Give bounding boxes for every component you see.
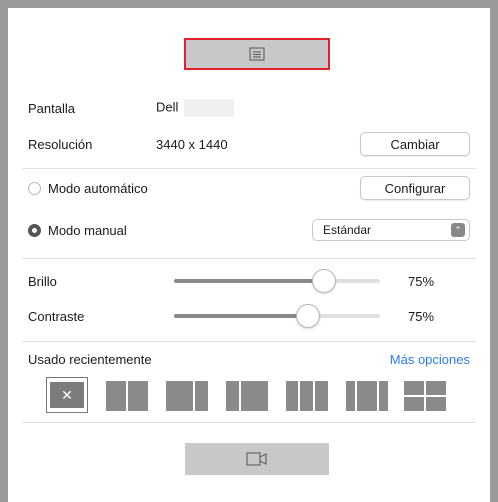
contrast-slider-thumb[interactable] — [296, 304, 320, 328]
auto-mode-radio[interactable] — [28, 181, 41, 195]
manual-mode-row: Modo manual Estándar ⌃ — [28, 219, 470, 241]
layout-two-columns[interactable] — [106, 381, 148, 411]
display-value: Dell — [156, 99, 235, 117]
configure-button[interactable]: Configurar — [360, 176, 470, 200]
divider — [22, 422, 476, 423]
preset-select-value: Estándar — [323, 223, 372, 237]
menu-button[interactable] — [184, 38, 330, 70]
manual-mode-label[interactable]: Modo manual — [48, 223, 127, 238]
display-label: Pantalla — [28, 100, 75, 116]
clear-layout-button[interactable]: ✕ — [46, 377, 88, 413]
chevron-up-down-icon: ⌃ — [451, 223, 465, 237]
contrast-value: 75% — [408, 308, 435, 324]
video-camera-icon — [246, 452, 267, 466]
brightness-value: 75% — [408, 273, 435, 289]
brightness-slider[interactable] — [174, 269, 380, 293]
brightness-row: Brillo 75% — [28, 269, 470, 293]
layout-wide-right[interactable] — [226, 381, 268, 411]
contrast-slider[interactable] — [174, 304, 380, 328]
auto-mode-label[interactable]: Modo automático — [48, 181, 148, 196]
brightness-label: Brillo — [28, 273, 57, 289]
brightness-slider-thumb[interactable] — [312, 269, 336, 293]
divider — [22, 168, 476, 169]
change-resolution-button[interactable]: Cambiar — [360, 132, 470, 156]
contrast-slider-fill — [174, 314, 308, 318]
divider — [22, 258, 476, 259]
camera-button[interactable] — [185, 443, 329, 475]
resolution-value: 3440 x 1440 — [156, 136, 228, 152]
layout-wide-left[interactable] — [166, 381, 208, 411]
auto-mode-row: Modo automático Configurar — [28, 176, 470, 200]
display-row: Pantalla Dell — [28, 97, 470, 119]
resolution-label: Resolución — [28, 136, 93, 152]
manual-mode-radio[interactable] — [28, 223, 41, 237]
contrast-label: Contraste — [28, 308, 85, 324]
layout-center-wide[interactable] — [346, 381, 388, 411]
recent-label: Usado recientemente — [28, 351, 152, 367]
more-options-link[interactable]: Más opciones — [390, 352, 470, 367]
recent-row: Usado recientemente Más opciones — [28, 348, 470, 370]
preset-select[interactable]: Estándar ⌃ — [312, 219, 470, 241]
redacted-area — [184, 99, 235, 117]
list-document-icon — [249, 47, 265, 61]
display-settings-panel: Pantalla Dell Resolución 3440 x 1440 Cam… — [8, 8, 490, 502]
layout-quad[interactable] — [404, 381, 446, 411]
layout-three-columns[interactable] — [286, 381, 328, 411]
contrast-row: Contraste 75% — [28, 304, 470, 328]
brightness-slider-fill — [174, 279, 324, 283]
close-icon: ✕ — [50, 382, 84, 408]
divider — [22, 341, 476, 342]
resolution-row: Resolución 3440 x 1440 Cambiar — [28, 132, 470, 156]
